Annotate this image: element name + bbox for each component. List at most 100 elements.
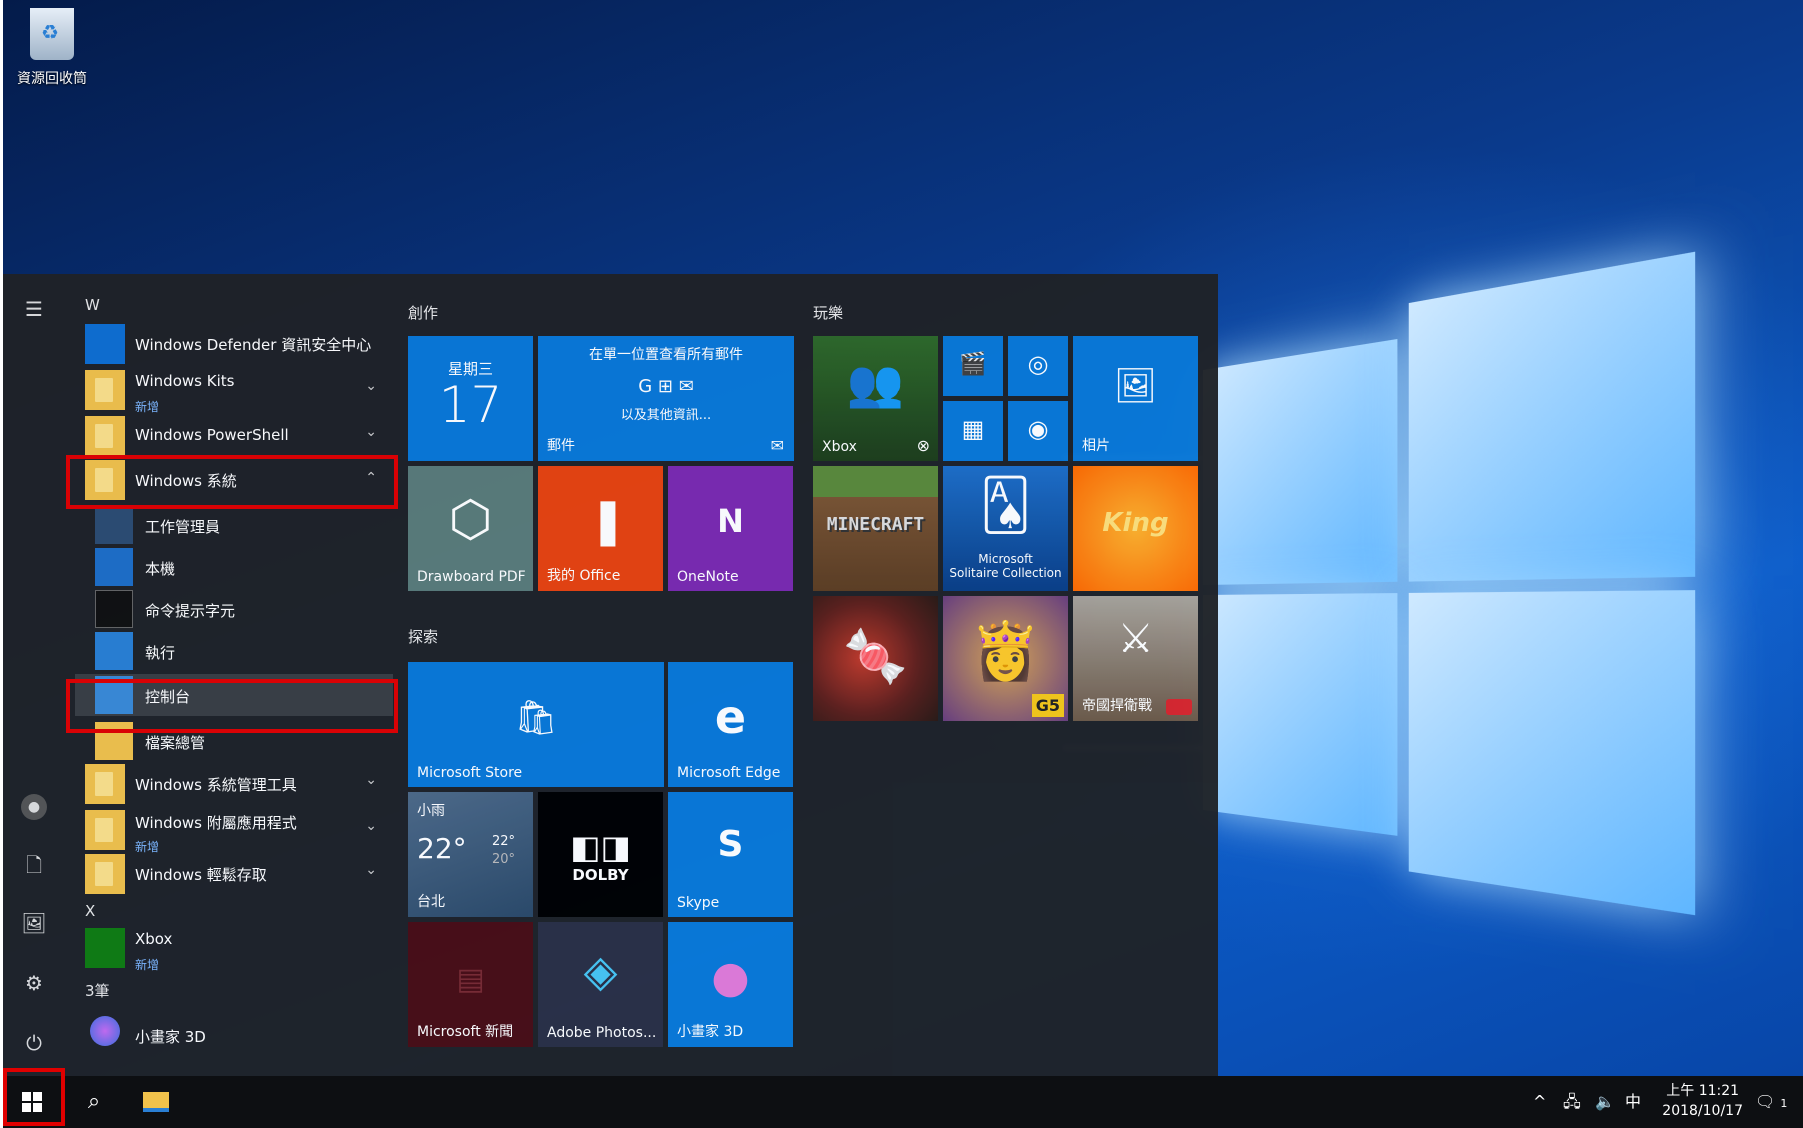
volume-icon[interactable]: 🔈 <box>1595 1076 1615 1128</box>
power-icon[interactable]: ⏻ <box>21 1030 47 1056</box>
music-disc-icon: ◎ <box>1008 350 1068 378</box>
tile-label: 相片 <box>1082 435 1110 455</box>
tile-dolby[interactable]: ◧◨ DOLBY <box>538 792 663 917</box>
app-task-manager[interactable]: 工作管理員 <box>95 504 395 546</box>
app-windows-ease-of-access[interactable]: Windows 輕鬆存取 ⌄ <box>85 852 385 896</box>
tile-adobe-photoshop[interactable]: ◈ Adobe Photos... <box>538 922 663 1047</box>
office-icon: ▐ <box>538 502 663 546</box>
drawboard-hexagon-icon: ⬡ <box>408 490 533 548</box>
windows-logo-wallpaper <box>1203 291 1695 928</box>
folder-icon <box>85 370 125 410</box>
tile-label: Microsoft Solitaire Collection <box>943 552 1068 580</box>
app-xbox[interactable]: Xbox 新增 <box>85 926 385 970</box>
show-hidden-icons-chevron-icon[interactable]: ^ <box>1533 1076 1546 1128</box>
app-windows-admin-tools[interactable]: Windows 系統管理工具 ⌄ <box>85 762 385 806</box>
tile-solitaire[interactable]: 🂡 Microsoft Solitaire Collection <box>943 466 1068 591</box>
app-run[interactable]: 執行 <box>95 630 395 672</box>
app-windows-accessories[interactable]: Windows 附屬應用程式 新增 ⌄ <box>85 808 385 852</box>
tile-photos[interactable]: 🖼 相片 <box>1073 336 1198 461</box>
tile-microsoft-store[interactable]: 🛍 Microsoft Store <box>408 662 664 787</box>
tile-movies-tv[interactable]: 🎬 <box>943 336 1003 396</box>
king-logo: King <box>1073 508 1198 538</box>
tile-calculator[interactable]: ▦ <box>943 401 1003 461</box>
tile-king[interactable]: King <box>1073 466 1198 591</box>
chevron-down-icon: ⌄ <box>365 424 377 440</box>
highlight-windows-system <box>66 455 398 509</box>
settings-gear-icon[interactable]: ⚙ <box>21 970 47 996</box>
ime-indicator[interactable]: 中 <box>1625 1076 1641 1128</box>
search-button[interactable]: ⌕ <box>65 1076 123 1128</box>
tile-label: Microsoft 新聞 <box>417 1021 513 1041</box>
clock[interactable]: 上午 11:21 2018/10/17 <box>1662 1081 1743 1121</box>
taskbar: ⌕ ^ 🖧 🔈 中 上午 11:21 2018/10/17 🗨 1 <box>3 1076 1803 1128</box>
app-label: Windows 附屬應用程式 <box>135 812 297 833</box>
tile-label: 郵件 <box>547 435 575 455</box>
task-manager-icon <box>95 506 133 544</box>
network-icon[interactable]: 🖧 <box>1563 1076 1581 1128</box>
tile-microsoft-news[interactable]: ▤ Microsoft 新聞 <box>408 922 533 1047</box>
new-badge: 新增 <box>135 398 159 415</box>
app-label: 檔案總管 <box>145 732 205 753</box>
calendar-date: 17 <box>408 376 533 434</box>
app-windows-kits[interactable]: Windows Kits 新增 ⌄ <box>85 368 385 412</box>
skype-icon: S <box>668 824 793 865</box>
run-icon <box>95 632 133 670</box>
tile-label: 小畫家 3D <box>677 1021 743 1041</box>
tile-label: Microsoft Edge <box>677 765 780 781</box>
tile-drawboard-pdf[interactable]: ⬡ Drawboard PDF <box>408 466 533 591</box>
app-this-pc[interactable]: 本機 <box>95 546 395 588</box>
tile-camera[interactable]: ◉ <box>1008 401 1068 461</box>
tile-mail[interactable]: 在單一位置查看所有郵件 G ⊞ ✉ 以及其他資訊... 郵件 ✉ <box>538 336 794 461</box>
g5-badge: G5 <box>1032 694 1064 717</box>
app-label: Windows Kits <box>135 372 234 390</box>
app-paint-3d[interactable]: 小畫家 3D <box>85 1014 385 1058</box>
tile-skype[interactable]: S Skype <box>668 792 793 917</box>
tile-candy-crush[interactable]: 🍬 <box>813 596 938 721</box>
mail-title: 在單一位置查看所有郵件 <box>538 344 794 364</box>
tile-onenote[interactable]: N OneNote <box>668 466 793 591</box>
onenote-icon: N <box>668 502 793 540</box>
tile-label: Xbox <box>822 439 857 455</box>
tile-groove-music[interactable]: ◎ <box>1008 336 1068 396</box>
group-title-create[interactable]: 創作 <box>408 302 438 323</box>
shield-icon <box>85 324 125 364</box>
app-label: 小畫家 3D <box>135 1026 206 1047</box>
section-letter-w[interactable]: W <box>85 296 100 314</box>
tile-my-office[interactable]: ▐ 我的 Office <box>538 466 663 591</box>
tile-label: OneNote <box>677 569 739 585</box>
folder-icon <box>85 416 125 456</box>
character-portrait-image: 👸 <box>943 618 1068 684</box>
action-center-button[interactable]: 🗨 1 <box>1755 1076 1787 1128</box>
webcam-icon: ◉ <box>1008 415 1068 443</box>
xbox-logo-icon: ⊗ <box>917 436 930 455</box>
tile-calendar[interactable]: 星期三 17 <box>408 336 533 461</box>
tile-xbox[interactable]: 👥 Xbox ⊗ <box>813 336 938 461</box>
command-prompt-icon <box>95 590 133 628</box>
mail-accounts-icons: G ⊞ ✉ <box>538 376 794 397</box>
notification-icon: 🗨 <box>1755 1092 1775 1111</box>
tile-microsoft-edge[interactable]: e Microsoft Edge <box>668 662 793 787</box>
user-avatar-icon[interactable]: ● <box>21 794 47 820</box>
gameloft-logo-icon <box>1166 699 1192 715</box>
tile-paint-3d[interactable]: ● 小畫家 3D <box>668 922 793 1047</box>
section-letter-3[interactable]: 3筆 <box>85 980 110 1001</box>
app-list[interactable]: W Windows Defender 資訊安全中心 Windows Kits 新… <box>65 274 395 1076</box>
army-scene-image: ⚔ <box>1073 616 1198 662</box>
tile-weather[interactable]: 小雨 22° 22° 20° 台北 <box>408 792 533 917</box>
weather-high: 22° <box>492 834 515 849</box>
app-command-prompt[interactable]: 命令提示字元 <box>95 588 395 630</box>
tile-empire[interactable]: ⚔ 帝國捍衛戰 <box>1073 596 1198 721</box>
app-windows-defender[interactable]: Windows Defender 資訊安全中心 <box>85 322 385 366</box>
tile-g5-game[interactable]: 👸 G5 <box>943 596 1068 721</box>
hamburger-menu-icon[interactable]: ☰ <box>21 296 47 322</box>
tile-minecraft[interactable]: MINECRAFT <box>813 466 938 591</box>
recycle-bin[interactable]: 資源回收筒 <box>11 8 93 88</box>
group-title-play[interactable]: 玩樂 <box>813 302 843 323</box>
file-explorer-taskbar-button[interactable] <box>127 1076 185 1128</box>
pictures-icon[interactable]: 🖼 <box>21 910 47 936</box>
documents-icon[interactable]: 🗋 <box>21 852 47 878</box>
calculator-icon: ▦ <box>943 415 1003 443</box>
section-letter-x[interactable]: X <box>85 902 95 920</box>
group-title-explore[interactable]: 探索 <box>408 626 438 647</box>
app-windows-powershell[interactable]: Windows PowerShell ⌄ <box>85 414 385 458</box>
